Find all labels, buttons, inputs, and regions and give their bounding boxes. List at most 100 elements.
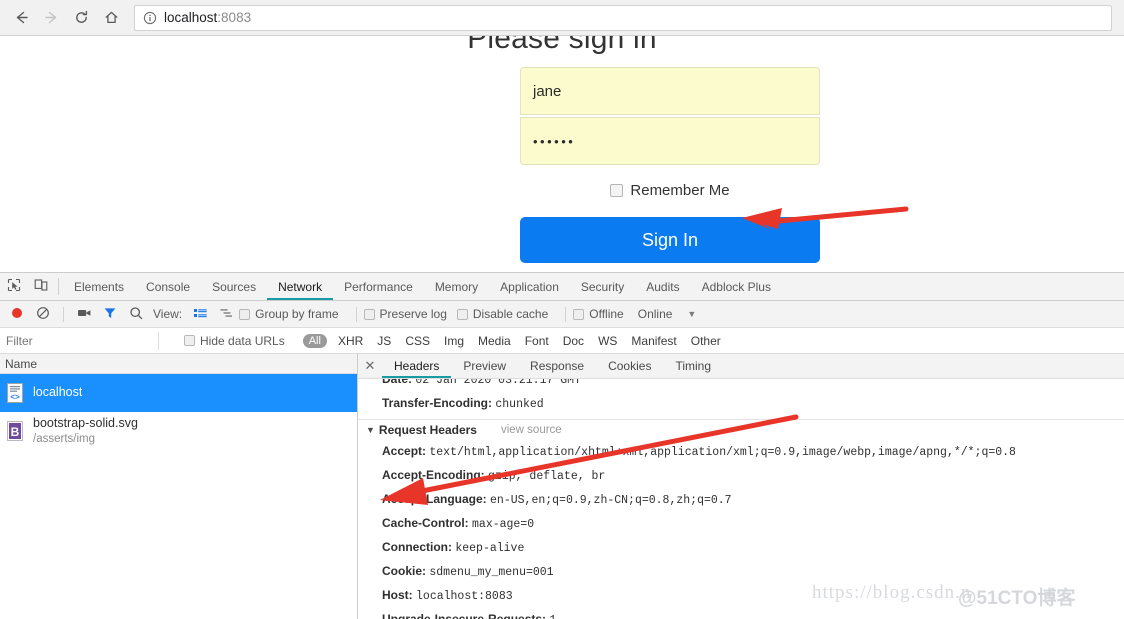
header-name: Host: (382, 588, 413, 602)
detail-tab-timing[interactable]: Timing (663, 354, 723, 378)
password-input[interactable]: •••••• (520, 117, 820, 165)
filter-type-css[interactable]: CSS (405, 334, 430, 348)
sign-in-button[interactable]: Sign In (520, 217, 820, 263)
devtools-tab-security[interactable]: Security (570, 273, 635, 300)
filter-type-ws[interactable]: WS (598, 334, 617, 348)
column-header-name: Name (5, 356, 38, 371)
header-name: Cookie: (382, 564, 427, 578)
detail-tab-preview[interactable]: Preview (451, 354, 518, 378)
browser-toolbar: localhost:8083 (0, 0, 1124, 36)
devtools-tab-memory[interactable]: Memory (424, 273, 489, 300)
filter-type-doc[interactable]: Doc (563, 334, 584, 348)
header-row-accept-encoding: Accept-Encoding: gzip, deflate, br (358, 464, 1124, 488)
waterfall-view-icon (219, 306, 234, 323)
header-value: 02 Jan 2020 03:21:17 GMT (415, 379, 581, 387)
chevron-down-icon[interactable]: ▼ (687, 309, 696, 319)
capture-screenshots-button[interactable] (71, 301, 97, 327)
svg-text:<>: <> (10, 393, 20, 402)
watermark-51cto: @51CTO博客 (958, 588, 1076, 609)
remember-me-row[interactable]: Remember Me (520, 182, 820, 199)
search-icon (129, 306, 143, 323)
record-icon (10, 306, 24, 323)
sign-in-label: Sign In (641, 229, 699, 250)
username-value: jane (533, 82, 562, 100)
header-row-transfer-encoding: Transfer-Encoding: chunked (358, 392, 1124, 416)
devtools-tab-network[interactable]: Network (267, 273, 333, 300)
back-button[interactable] (6, 4, 36, 32)
device-toolbar-button[interactable] (27, 273, 54, 300)
address-bar[interactable]: localhost:8083 (134, 4, 1112, 31)
table-row[interactable]: <> localhost (0, 374, 357, 412)
group-by-frame-checkbox[interactable]: Group by frame (239, 307, 339, 321)
waterfall-view-button[interactable] (213, 301, 239, 327)
network-toolbar: View: Group by frame Preserve log Disabl… (0, 301, 1124, 328)
camera-icon (77, 306, 92, 323)
filter-type-img[interactable]: Img (444, 334, 464, 348)
offline-label: Offline (589, 307, 624, 321)
remember-me-checkbox[interactable] (610, 184, 624, 197)
clear-button[interactable] (30, 301, 56, 327)
preserve-log-checkbox[interactable]: Preserve log (363, 307, 447, 321)
throttling-value[interactable]: Online (638, 307, 673, 321)
request-name: localhost (33, 385, 83, 400)
request-name-cell: localhost (33, 385, 82, 401)
devtools-tab-sources[interactable]: Sources (201, 273, 267, 300)
url-host: localhost (164, 10, 218, 25)
page-viewport: Please sign in jane •••••• Remember Me S… (0, 36, 1124, 272)
header-row-connection: Connection: keep-alive (358, 536, 1124, 560)
disable-cache-checkbox[interactable]: Disable cache (456, 307, 548, 321)
record-button[interactable] (4, 301, 30, 327)
home-button[interactable] (96, 4, 126, 32)
request-name: bootstrap-solid.svg (33, 416, 138, 430)
header-name: Transfer-Encoding: (382, 396, 493, 410)
header-value: localhost:8083 (416, 590, 513, 603)
header-value: chunked (495, 398, 544, 411)
filter-type-media[interactable]: Media (478, 334, 511, 348)
header-name: Accept: (382, 444, 427, 458)
forward-button[interactable] (36, 4, 66, 32)
list-view-button[interactable] (187, 301, 213, 327)
detail-tab-response[interactable]: Response (518, 354, 596, 378)
devtools-tab-adblock-plus[interactable]: Adblock Plus (691, 273, 782, 300)
devtools-tab-performance[interactable]: Performance (333, 273, 424, 300)
table-row[interactable]: B bootstrap-solid.svg /asserts/img (0, 412, 357, 450)
devtools-tab-application[interactable]: Application (489, 273, 570, 300)
request-headers-section-title[interactable]: ▼ Request Headers view source (358, 419, 1124, 440)
filter-type-js[interactable]: JS (377, 334, 391, 348)
header-value: max-age=0 (472, 518, 535, 531)
filter-type-xhr[interactable]: XHR (338, 334, 363, 348)
header-row-cache-control: Cache-Control: max-age=0 (358, 512, 1124, 536)
filter-input[interactable] (4, 331, 159, 350)
detail-tab-cookies[interactable]: Cookies (596, 354, 663, 378)
devtools-tab-audits[interactable]: Audits (635, 273, 690, 300)
search-button[interactable] (123, 301, 149, 327)
filter-toggle-button[interactable] (97, 301, 123, 327)
username-input[interactable]: jane (520, 67, 820, 115)
filter-type-manifest[interactable]: Manifest (631, 334, 676, 348)
devtools-tab-elements[interactable]: Elements (63, 273, 135, 300)
request-list-panel: Name <> localhost B bootstrap-solid.svg (0, 354, 358, 619)
request-name-cell: bootstrap-solid.svg /asserts/img (33, 416, 138, 446)
detail-tab-headers[interactable]: Headers (382, 354, 451, 378)
filter-type-font[interactable]: Font (525, 334, 549, 348)
info-circle-icon[interactable] (143, 11, 157, 25)
reload-button[interactable] (66, 4, 96, 32)
filter-type-all[interactable]: All (302, 333, 327, 348)
header-name: Date: (382, 379, 413, 386)
filter-type-other[interactable]: Other (691, 334, 721, 348)
close-icon[interactable]: ✕ (358, 358, 382, 374)
header-name: Cache-Control: (382, 516, 469, 530)
hide-data-urls-box (184, 335, 195, 346)
view-source-link[interactable]: view source (501, 424, 562, 436)
reload-icon (73, 9, 90, 26)
header-row-cookie: Cookie: sdmenu_my_menu=001 (358, 560, 1124, 584)
list-view-icon (193, 306, 208, 323)
screenshot-root: localhost:8083 Please sign in jane •••••… (0, 0, 1124, 619)
devtools-tab-console[interactable]: Console (135, 273, 201, 300)
svg-text:B: B (11, 425, 20, 439)
offline-checkbox[interactable]: Offline (573, 307, 624, 321)
inspect-element-button[interactable] (0, 273, 27, 300)
triangle-down-icon: ▼ (366, 425, 375, 435)
signin-form: jane •••••• Remember Me Sign In (520, 67, 820, 263)
hide-data-urls-checkbox[interactable]: Hide data URLs (184, 334, 285, 348)
